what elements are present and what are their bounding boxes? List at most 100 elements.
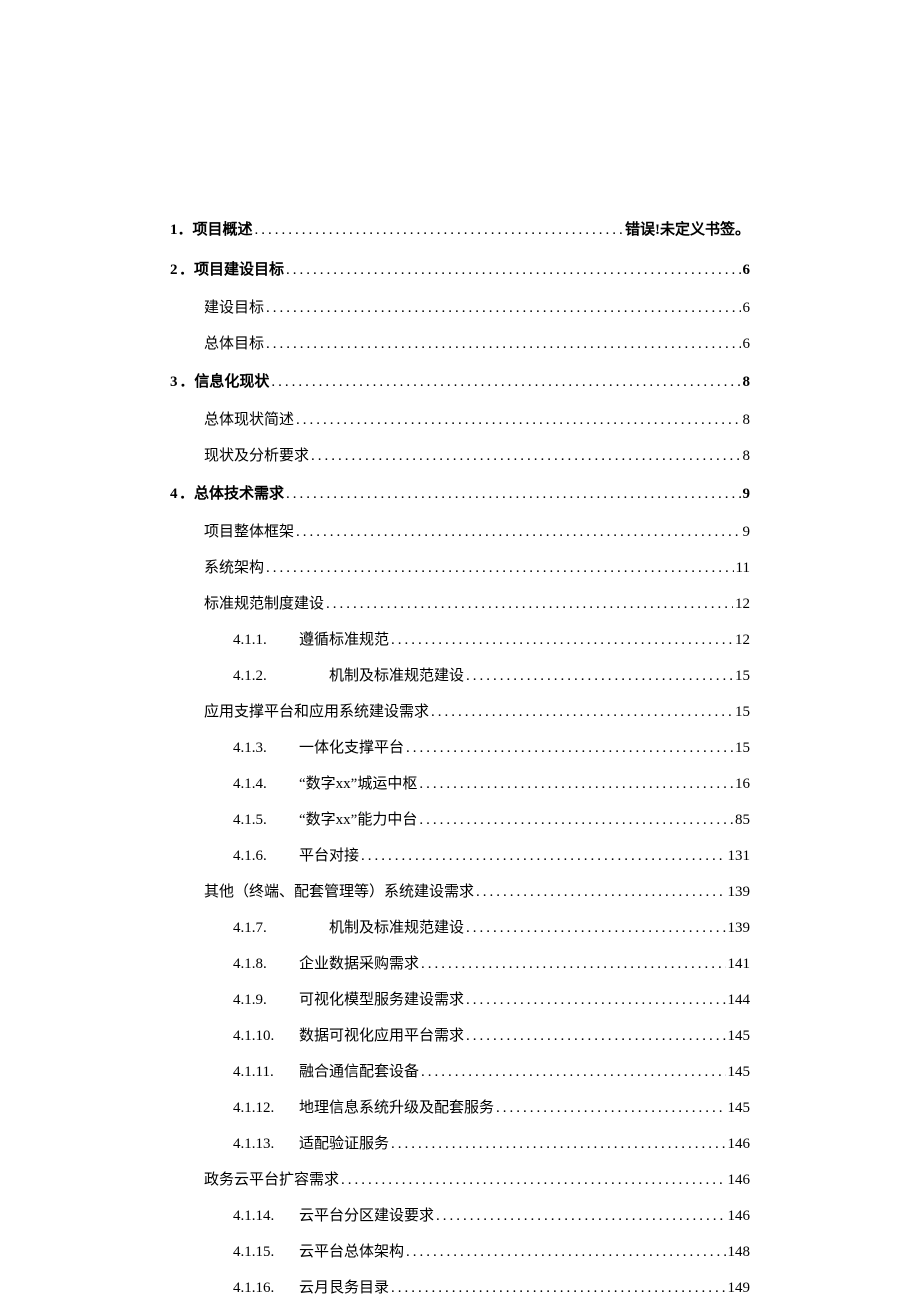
toc-leader-dots xyxy=(271,370,740,394)
toc-leader-dots xyxy=(286,258,740,282)
toc-entry-label: 其他（终端、配套管理等）系统建设需求 xyxy=(204,880,474,904)
toc-entry[interactable]: 4.1.4.“数字xx”城运中枢16 xyxy=(170,766,750,802)
toc-entry-page: 错误!未定义书签。 xyxy=(625,218,750,242)
toc-entry[interactable]: 4.1.11.融合通信配套设备145 xyxy=(170,1054,750,1090)
toc-entry-label: “数字xx”城运中枢 xyxy=(299,772,417,796)
toc-entry[interactable]: 系统架构11 xyxy=(170,550,750,586)
toc-entry-label: 总体目标 xyxy=(204,332,264,356)
toc-entry-label: 总体现状简述 xyxy=(204,408,294,432)
toc-leader-dots xyxy=(431,700,733,724)
toc-entry-number: 4.1.3. xyxy=(233,736,299,760)
toc-entry-page: 15 xyxy=(735,700,750,724)
toc-entry-page: 11 xyxy=(736,556,750,580)
toc-entry-label: 地理信息系统升级及配套服务 xyxy=(299,1096,494,1120)
toc-leader-dots xyxy=(311,444,740,468)
toc-entry[interactable]: 4．总体技术需求9 xyxy=(170,474,750,514)
toc-leader-dots xyxy=(496,1096,725,1120)
toc-entry-label: 云月艮务目录 xyxy=(299,1276,389,1300)
toc-leader-dots xyxy=(296,520,740,544)
toc-entry[interactable]: 4.1.13.适配验证服务146 xyxy=(170,1126,750,1162)
toc-entry-page: 146 xyxy=(728,1204,751,1228)
toc-entry-label: 企业数据采购需求 xyxy=(299,952,419,976)
toc-entry-label: 云平台分区建设要求 xyxy=(299,1204,434,1228)
toc-entry[interactable]: 4.1.7. 机制及标准规范建设139 xyxy=(170,910,750,946)
toc-entry[interactable]: 政务云平台扩容需求146 xyxy=(170,1162,750,1198)
toc-entry-label: 可视化模型服务建设需求 xyxy=(299,988,464,1012)
toc-entry[interactable]: 1．项目概述 错误!未定义书签。 xyxy=(170,210,750,250)
toc-leader-dots xyxy=(361,844,725,868)
toc-entry-label: 遵循标准规范 xyxy=(299,628,389,652)
toc-entry-label: ．项目概述 xyxy=(178,218,253,242)
toc-leader-dots xyxy=(391,1132,725,1156)
toc-entry[interactable]: 其他（终端、配套管理等）系统建设需求 139 xyxy=(170,874,750,910)
toc-leader-dots xyxy=(296,408,740,432)
toc-entry-page: 8 xyxy=(743,408,751,432)
toc-entry[interactable]: 4.1.10.数据可视化应用平台需求 145 xyxy=(170,1018,750,1054)
toc-entry-number: 2 xyxy=(170,258,179,282)
toc-entry[interactable]: 总体目标 6 xyxy=(170,326,750,362)
toc-leader-dots xyxy=(421,1060,725,1084)
table-of-contents: 1．项目概述错误!未定义书签。2．项目建设目标6建设目标6总体目标63．信息化现… xyxy=(170,210,750,1306)
toc-entry-label: 应用支撑平台和应用系统建设需求 xyxy=(204,700,429,724)
toc-leader-dots xyxy=(255,218,623,242)
toc-entry-label: 机制及标准规范建设 xyxy=(299,664,464,688)
toc-entry[interactable]: 4.1.2. 机制及标准规范建设15 xyxy=(170,658,750,694)
toc-entry[interactable]: 4.1.12.地理信息系统升级及配套服务 145 xyxy=(170,1090,750,1126)
toc-entry-page: 139 xyxy=(728,880,751,904)
toc-entry[interactable]: 4.1.1.遵循标准规范12 xyxy=(170,622,750,658)
toc-entry[interactable]: 4.1.3.一体化支撑平台15 xyxy=(170,730,750,766)
toc-entry-label: 标准规范制度建设 xyxy=(204,592,324,616)
toc-entry-label: ．总体技术需求 xyxy=(179,482,284,506)
toc-entry-page: 145 xyxy=(728,1024,751,1048)
document-page: 1．项目概述错误!未定义书签。2．项目建设目标6建设目标6总体目标63．信息化现… xyxy=(0,0,920,1306)
toc-entry-page: 6 xyxy=(743,258,751,282)
toc-leader-dots xyxy=(406,1240,725,1264)
toc-leader-dots xyxy=(406,736,733,760)
toc-entry-label: 云平台总体架构 xyxy=(299,1240,404,1264)
toc-entry[interactable]: 4.1.9.可视化模型服务建设需求144 xyxy=(170,982,750,1018)
toc-entry[interactable]: 4.1.5.“数字xx”能力中台85 xyxy=(170,802,750,838)
toc-entry[interactable]: 3．信息化现状8 xyxy=(170,362,750,402)
toc-leader-dots xyxy=(419,772,733,796)
toc-entry-page: 145 xyxy=(728,1096,751,1120)
toc-entry-label: 政务云平台扩容需求 xyxy=(204,1168,339,1192)
toc-leader-dots xyxy=(286,482,740,506)
toc-entry-page: 85 xyxy=(735,808,750,832)
toc-entry-label: 平台对接 xyxy=(299,844,359,868)
toc-entry-number: 4.1.6. xyxy=(233,844,299,868)
toc-entry-number: 4.1.10. xyxy=(233,1024,299,1048)
toc-entry-label: 项目整体框架 xyxy=(204,520,294,544)
toc-leader-dots xyxy=(266,556,734,580)
toc-leader-dots xyxy=(266,332,740,356)
toc-entry-number: 4.1.9. xyxy=(233,988,299,1012)
toc-entry-number: 1 xyxy=(170,218,178,242)
toc-entry-page: 9 xyxy=(743,520,751,544)
toc-entry-page: 6 xyxy=(743,332,751,356)
toc-leader-dots xyxy=(266,296,740,320)
toc-entry-number: 4.1.7. xyxy=(233,916,299,940)
toc-entry[interactable]: 2．项目建设目标6 xyxy=(170,250,750,290)
toc-entry[interactable]: 标准规范制度建设 12 xyxy=(170,586,750,622)
toc-entry-page: 8 xyxy=(743,444,751,468)
toc-entry[interactable]: 4.1.6.平台对接131 xyxy=(170,838,750,874)
toc-entry[interactable]: 4.1.15.云平台总体架构148 xyxy=(170,1234,750,1270)
toc-entry-page: 139 xyxy=(728,916,751,940)
toc-entry-page: 15 xyxy=(735,664,750,688)
toc-entry[interactable]: 现状及分析要求 8 xyxy=(170,438,750,474)
toc-entry-page: 148 xyxy=(728,1240,751,1264)
toc-entry[interactable]: 4.1.8.企业数据采购需求141 xyxy=(170,946,750,982)
toc-entry[interactable]: 总体现状简述 8 xyxy=(170,402,750,438)
toc-leader-dots xyxy=(466,988,725,1012)
toc-entry-page: 9 xyxy=(743,482,751,506)
toc-entry[interactable]: 项目整体框架 9 xyxy=(170,514,750,550)
toc-entry[interactable]: 应用支撑平台和应用系统建设需求 15 xyxy=(170,694,750,730)
toc-entry-label: 现状及分析要求 xyxy=(204,444,309,468)
toc-entry-number: 4.1.12. xyxy=(233,1096,299,1120)
toc-entry-label: 建设目标 xyxy=(204,296,264,320)
toc-entry[interactable]: 4.1.14.云平台分区建设要求146 xyxy=(170,1198,750,1234)
toc-entry-page: 12 xyxy=(735,592,750,616)
toc-entry-number: 4.1.1. xyxy=(233,628,299,652)
toc-entry[interactable]: 建设目标6 xyxy=(170,290,750,326)
toc-entry-label: 数据可视化应用平台需求 xyxy=(299,1024,464,1048)
toc-entry-number: 4.1.4. xyxy=(233,772,299,796)
